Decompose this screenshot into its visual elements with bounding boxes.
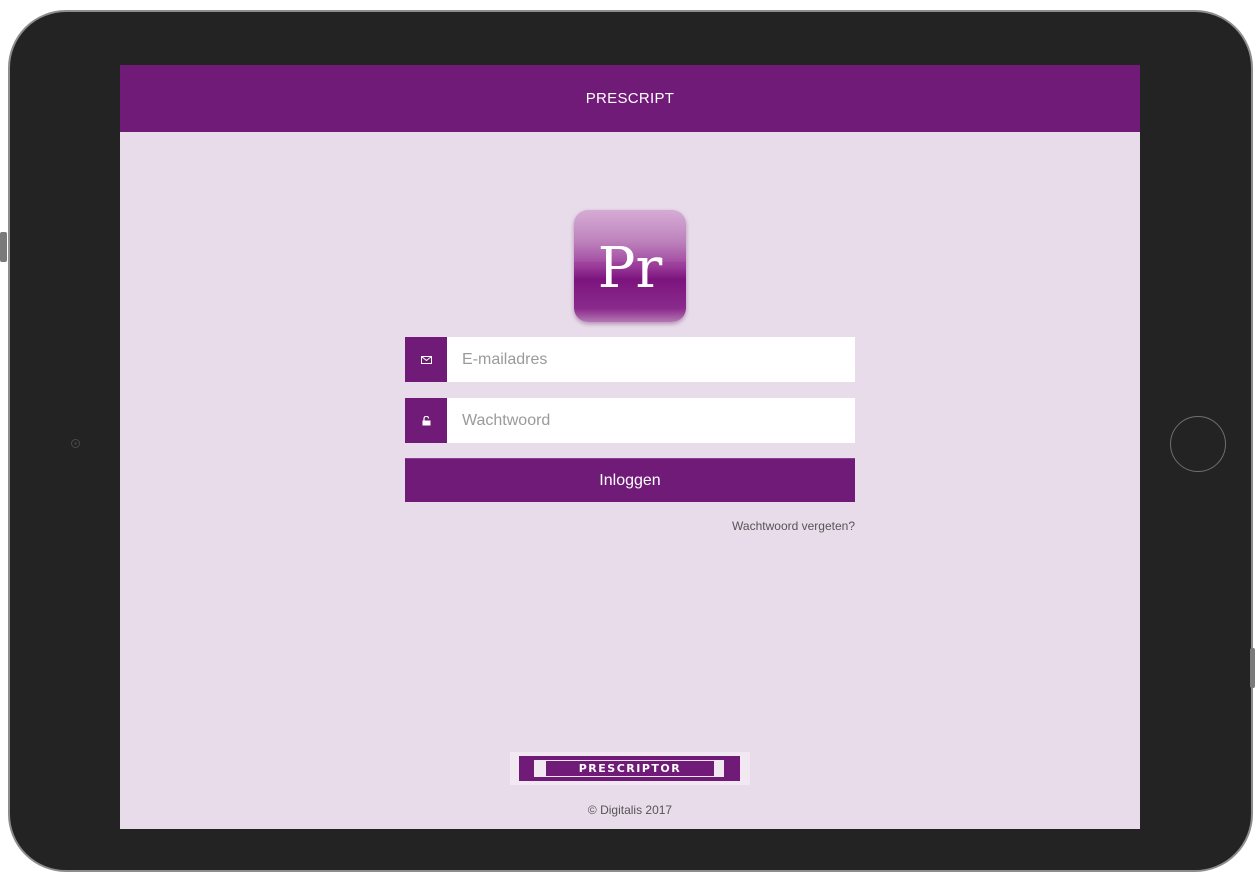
email-field (405, 337, 855, 382)
app-screen: PRESCRIPT Pr Inloggen Wachtwoord vergete… (120, 65, 1140, 829)
forgot-password-link[interactable]: Wachtwoord vergeten? (405, 519, 855, 533)
camera-icon (71, 439, 80, 448)
prescriptor-logo-inner: PRESCRIPTOR (534, 760, 724, 777)
envelope-icon (405, 337, 447, 382)
app-header: PRESCRIPT (120, 65, 1140, 132)
prescriptor-logo: PRESCRIPTOR (510, 752, 750, 785)
app-logo: Pr (574, 210, 686, 322)
password-field (405, 398, 855, 443)
volume-button (0, 232, 7, 262)
password-input[interactable] (447, 398, 855, 443)
prescriptor-logo-text: PRESCRIPTOR (546, 761, 714, 776)
email-input[interactable] (447, 337, 855, 382)
copyright-text: © Digitalis 2017 (587, 803, 673, 817)
app-logo-text: Pr (597, 236, 663, 301)
login-button[interactable]: Inloggen (405, 458, 855, 502)
home-button[interactable] (1170, 416, 1226, 472)
lock-icon (405, 398, 447, 443)
prescriptor-logo-frame: PRESCRIPTOR (519, 756, 740, 781)
power-button (1250, 648, 1255, 688)
app-title: PRESCRIPT (585, 90, 675, 107)
